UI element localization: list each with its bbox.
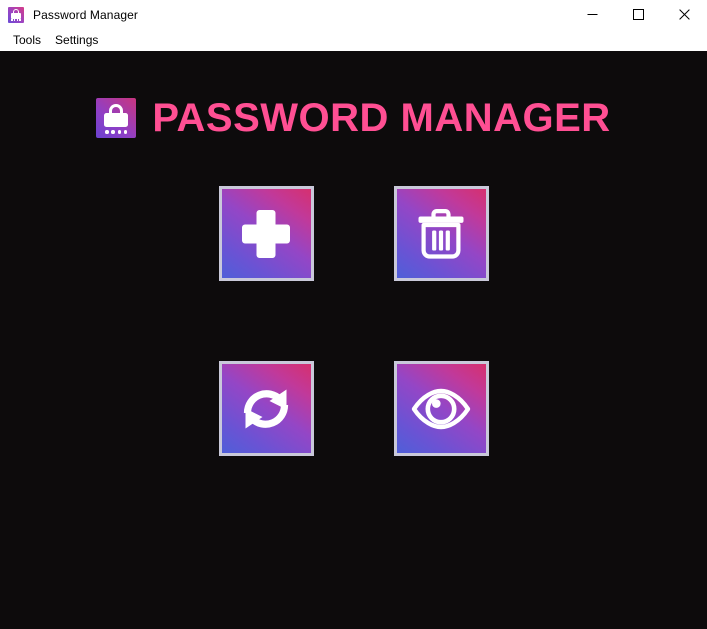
padlock-logo-icon [96,98,137,138]
padlock-body [11,12,21,19]
menu-item-tools[interactable]: Tools [6,31,48,49]
add-password-button[interactable] [218,186,314,281]
plus-icon [236,204,296,264]
delete-password-button[interactable] [393,186,489,281]
padlock-logo-dots [105,130,128,134]
padlock-dots [11,19,21,21]
refresh-icon [236,379,296,439]
refresh-button[interactable] [218,361,314,456]
padlock-logo-body [104,113,129,127]
close-button[interactable] [661,0,707,29]
minimize-icon [587,9,598,20]
app-header: PASSWORD MANAGER [0,98,707,138]
title-bar: Password Manager [0,0,707,29]
view-password-button[interactable] [393,361,489,456]
eye-icon [410,378,472,440]
close-icon [678,9,690,20]
window-title: Password Manager [33,7,138,22]
trash-icon [411,204,471,264]
page-title: PASSWORD MANAGER [152,96,611,140]
maximize-icon [632,9,644,20]
main-content: PASSWORD MANAGER [0,51,707,629]
maximize-button[interactable] [615,0,661,29]
menu-item-settings[interactable]: Settings [48,31,105,49]
action-button-grid [218,186,489,456]
window-controls [569,0,707,29]
minimize-button[interactable] [569,0,615,29]
menu-bar: Tools Settings [0,29,707,51]
padlock-icon [8,6,24,23]
app-window: Password Manager Tools Settings PASSWORD… [0,0,707,629]
